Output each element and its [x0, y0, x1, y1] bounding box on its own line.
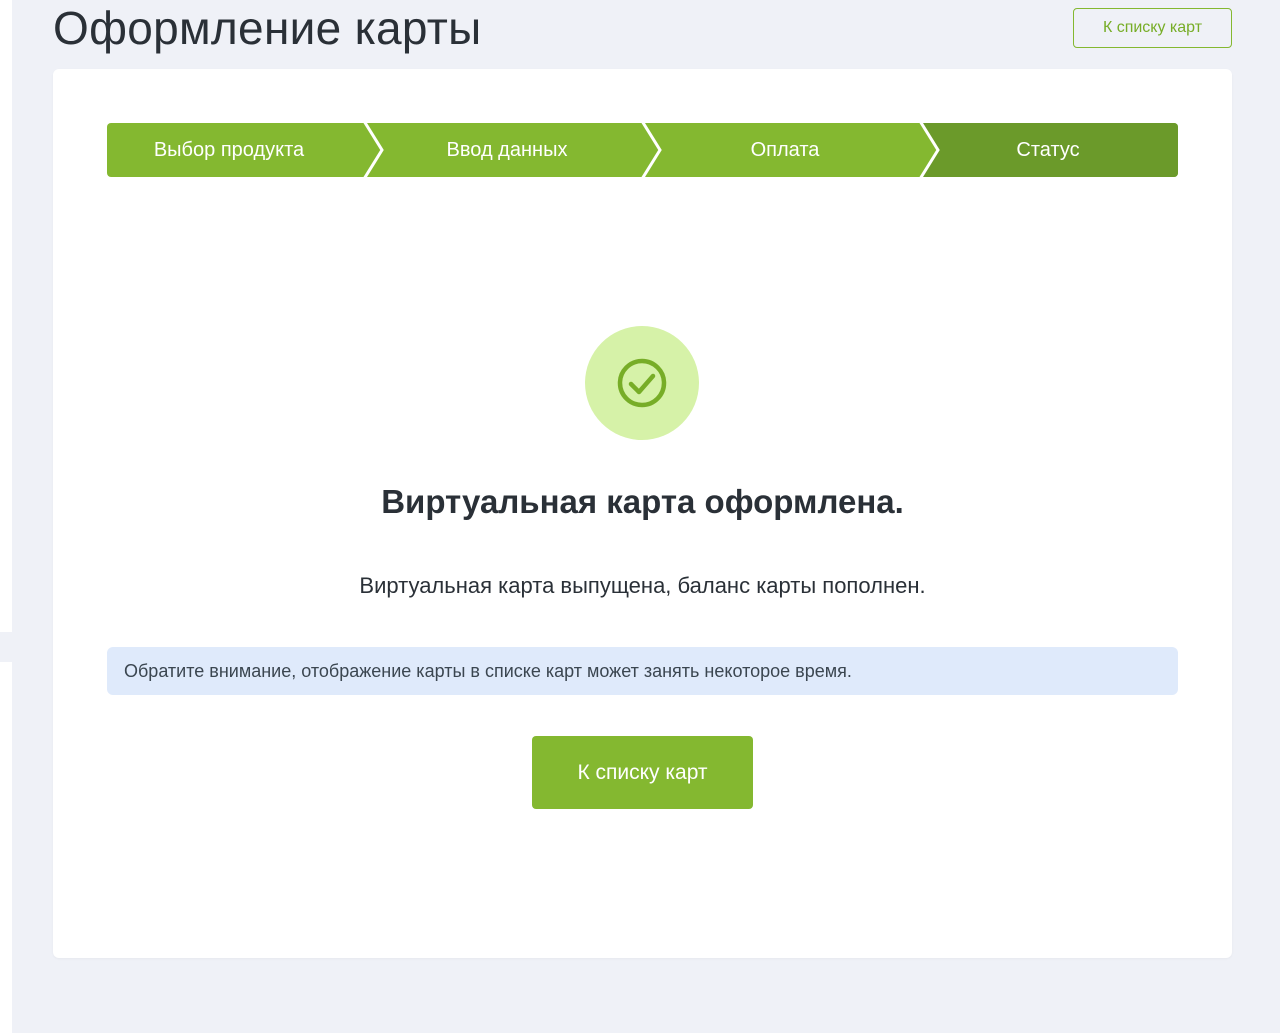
result-title: Виртуальная карта оформлена. — [381, 483, 904, 520]
step-select-product[interactable]: Выбор продукта — [107, 123, 351, 177]
left-panel-gap — [0, 632, 12, 662]
stepper: Выбор продукта Ввод данных Оплата Статус — [107, 123, 1178, 177]
notice-banner: Обратите внимание, отображение карты в с… — [107, 647, 1178, 695]
step-enter-data[interactable]: Ввод данных — [382, 123, 632, 177]
step-payment[interactable]: Оплата — [660, 123, 910, 177]
back-to-card-list-button[interactable]: К списку карт — [1073, 8, 1232, 48]
main-card: Выбор продукта Ввод данных Оплата Статус… — [53, 69, 1232, 958]
check-circle-icon — [617, 358, 667, 408]
result-message: Виртуальная карта выпущена, баланс карты… — [359, 573, 926, 598]
left-panel-edge — [0, 0, 12, 1033]
success-badge — [585, 326, 699, 440]
page-title: Оформление карты — [53, 2, 482, 54]
step-status[interactable]: Статус — [938, 123, 1158, 177]
to-card-list-button[interactable]: К списку карт — [532, 736, 753, 809]
